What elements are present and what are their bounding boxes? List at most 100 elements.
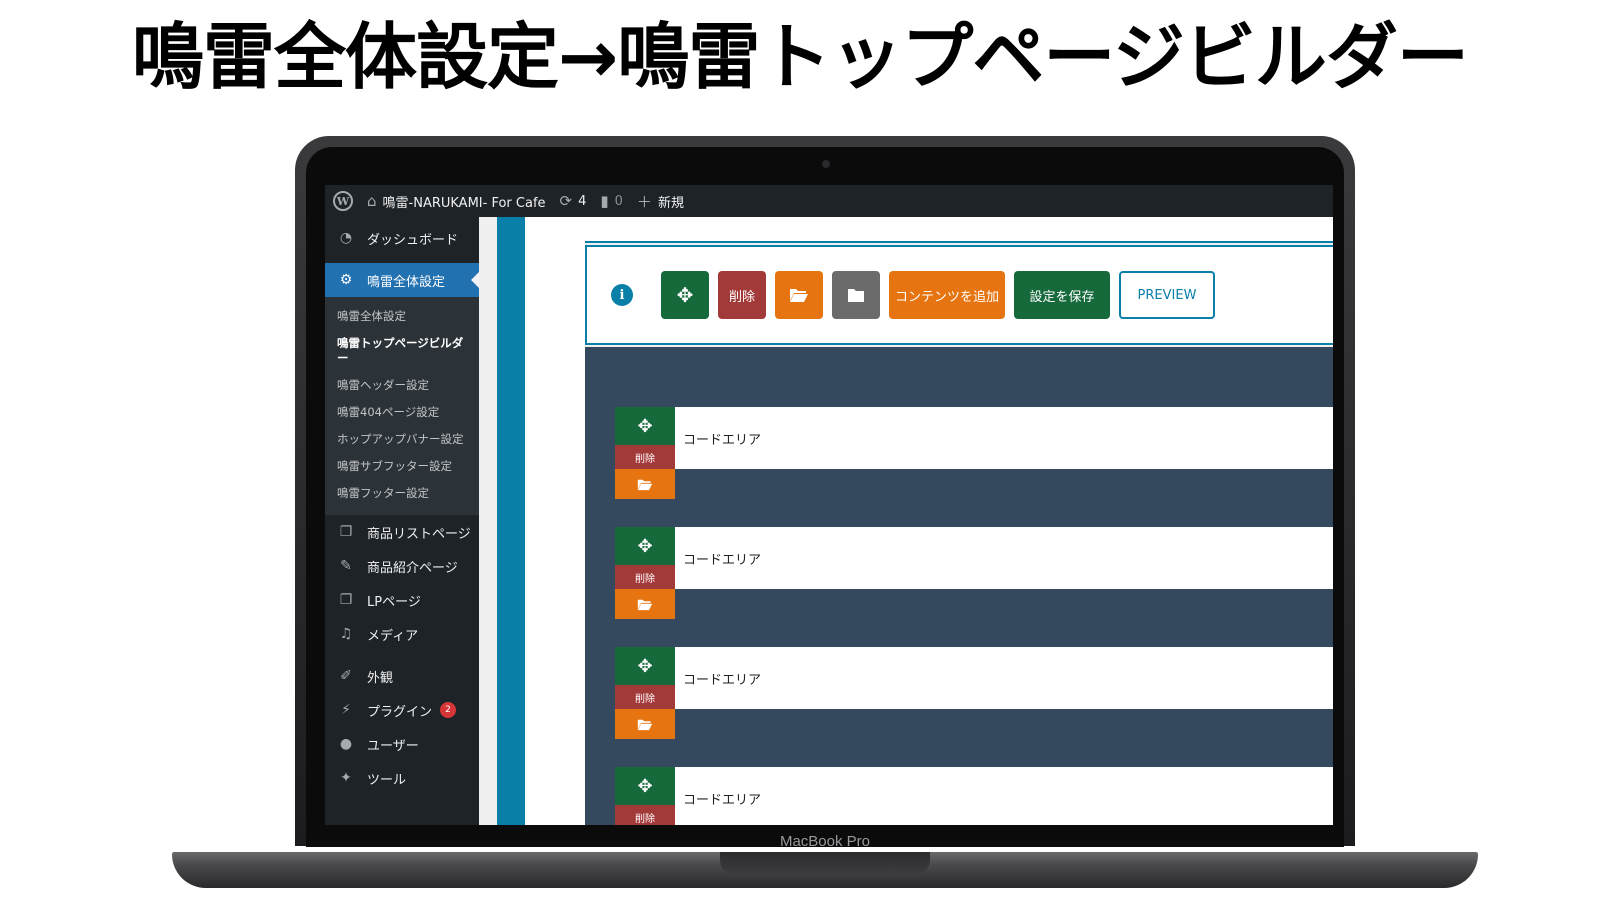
laptop-screen: W ⌂ 鳴雷-NARUKAMI- For Cafe ⟳ 4 ▮ 0 ＋ 新規 ◔… xyxy=(325,185,1333,825)
site-name-link[interactable]: ⌂ 鳴雷-NARUKAMI- For Cafe xyxy=(367,185,546,217)
builder-canvas: ✥ 削除 コードエリア ✥ 削除 コードエリア ✥ 削除 コードエリア ✥ 削除… xyxy=(585,347,1333,825)
comment-icon: ▮ xyxy=(600,192,609,210)
add-content-button[interactable]: コンテンツを追加 xyxy=(889,271,1005,319)
new-label: 新規 xyxy=(657,195,684,211)
row-open-folder-icon[interactable] xyxy=(615,709,675,739)
open-folder-button[interactable] xyxy=(775,271,823,319)
menu-users[interactable]: ● ユーザー xyxy=(325,727,479,761)
menu-tools[interactable]: ✦ ツール xyxy=(325,761,479,795)
row-delete-button[interactable]: 削除 xyxy=(615,685,675,709)
submenu-item-top-builder[interactable]: 鳴雷トップページビルダー xyxy=(325,330,479,372)
builder-toolbar: i ✥ 削除 コンテンツを追加 設定を保存 PREVIEW xyxy=(585,245,1333,345)
submenu-item-header[interactable]: 鳴雷ヘッダー設定 xyxy=(325,372,479,399)
menu-product-list[interactable]: ❐ 商品リストページ xyxy=(325,515,479,549)
user-icon: ● xyxy=(339,736,353,752)
camera-dot xyxy=(822,160,830,168)
menu-dashboard-label: ダッシュボード xyxy=(367,232,459,248)
save-settings-label: 設定を保存 xyxy=(1029,289,1095,305)
delete-button[interactable]: 削除 xyxy=(718,271,766,319)
submenu-item-404[interactable]: 鳴雷404ページ設定 xyxy=(325,399,479,426)
content-row: ✥ 削除 コードエリア xyxy=(615,767,1333,825)
add-content-label: コンテンツを追加 xyxy=(894,289,999,305)
brush-icon: ✐ xyxy=(340,668,352,684)
device-brand: MacBook Pro xyxy=(779,833,871,850)
menu-label: 商品紹介ページ xyxy=(367,560,458,576)
menu-label: LPページ xyxy=(367,594,421,610)
menu-label: 外観 xyxy=(367,670,394,686)
page-headline: 鳴雷全体設定→鳴雷トップページビルダー xyxy=(132,15,1469,99)
content-row: ✥ 削除 コードエリア xyxy=(615,647,1333,739)
row-move-icon[interactable]: ✥ xyxy=(615,767,675,805)
plus-icon: ＋ xyxy=(636,192,652,211)
comments-link[interactable]: ▮ 0 xyxy=(600,185,623,217)
row-delete-button[interactable]: 削除 xyxy=(615,805,675,825)
refresh-icon: ⟳ xyxy=(559,192,573,210)
media-icon: ♫ xyxy=(339,626,353,642)
wrench-icon: ✦ xyxy=(340,770,352,786)
row-controls: ✥ 削除 xyxy=(615,647,675,739)
save-settings-button[interactable]: 設定を保存 xyxy=(1014,271,1110,319)
home-icon: ⌂ xyxy=(367,192,377,210)
folder-icon xyxy=(848,288,864,302)
content-row: ✥ 削除 コードエリア xyxy=(615,527,1333,619)
row-delete-button[interactable]: 削除 xyxy=(615,445,675,469)
menu-narukami-settings[interactable]: ⚙ 鳴雷全体設定 xyxy=(325,263,479,297)
new-content-link[interactable]: ＋ 新規 xyxy=(637,185,684,217)
row-delete-button[interactable]: 削除 xyxy=(615,565,675,589)
comments-count: 0 xyxy=(614,193,623,209)
pin-icon: ✎ xyxy=(340,558,352,574)
row-move-icon[interactable]: ✥ xyxy=(615,407,675,445)
submenu-item-popup-banner[interactable]: ホップアップバナー設定 xyxy=(325,426,479,453)
gear-icon: ⚙ xyxy=(339,272,353,288)
updates-link[interactable]: ⟳ 4 xyxy=(560,185,587,217)
menu-lp-page[interactable]: ❐ LPページ xyxy=(325,583,479,617)
menu-product-intro[interactable]: ✎ 商品紹介ページ xyxy=(325,549,479,583)
submenu-item-global[interactable]: 鳴雷全体設定 xyxy=(325,303,479,330)
laptop-hinge-notch xyxy=(720,852,930,874)
menu-current-label: 鳴雷全体設定 xyxy=(367,274,446,290)
menu-label: ユーザー xyxy=(367,738,419,754)
content-row: ✥ 削除 コードエリア xyxy=(615,407,1333,499)
pages-icon: ❐ xyxy=(339,592,353,608)
site-name: 鳴雷-NARUKAMI- For Cafe xyxy=(382,195,546,211)
row-label: コードエリア xyxy=(683,553,762,568)
menu-label: プラグイン xyxy=(367,704,433,720)
submenu: 鳴雷全体設定 鳴雷トップページビルダー 鳴雷ヘッダー設定 鳴雷404ページ設定 … xyxy=(325,297,479,515)
move-icon: ✥ xyxy=(676,283,694,307)
preview-button[interactable]: PREVIEW xyxy=(1119,271,1215,319)
builder-side-stripe xyxy=(497,217,525,825)
admin-bar: W ⌂ 鳴雷-NARUKAMI- For Cafe ⟳ 4 ▮ 0 ＋ 新規 xyxy=(325,185,1333,217)
menu-media[interactable]: ♫ メディア xyxy=(325,617,479,651)
row-move-icon[interactable]: ✥ xyxy=(615,647,675,685)
move-button[interactable]: ✥ xyxy=(661,271,709,319)
plugin-icon: ⚡ xyxy=(341,702,351,718)
menu-appearance[interactable]: ✐ 外観 xyxy=(325,659,479,693)
pages-icon: ❐ xyxy=(339,524,353,540)
open-folder-icon xyxy=(790,289,808,302)
row-label: コードエリア xyxy=(683,793,762,808)
wordpress-logo-icon[interactable]: W xyxy=(333,191,353,211)
menu-label: 商品リストページ xyxy=(367,526,471,542)
row-open-folder-icon[interactable] xyxy=(615,469,675,499)
builder-gutter xyxy=(525,217,585,825)
row-open-folder-icon[interactable] xyxy=(615,589,675,619)
menu-plugins[interactable]: ⚡ プラグイン 2 xyxy=(325,693,479,727)
submenu-item-subfooter[interactable]: 鳴雷サブフッター設定 xyxy=(325,453,479,480)
submenu-item-footer[interactable]: 鳴雷フッター設定 xyxy=(325,480,479,507)
preview-label: PREVIEW xyxy=(1137,287,1197,303)
builder-top-edge xyxy=(585,217,1333,243)
row-label: コードエリア xyxy=(683,673,762,688)
row-controls: ✥ 削除 xyxy=(615,767,675,825)
dashboard-icon: ◔ xyxy=(339,230,353,246)
row-controls: ✥ 削除 xyxy=(615,407,675,499)
plugins-update-badge: 2 xyxy=(440,702,457,718)
row-move-icon[interactable]: ✥ xyxy=(615,527,675,565)
folder-button[interactable] xyxy=(832,271,880,319)
updates-count: 4 xyxy=(578,193,587,209)
info-icon[interactable]: i xyxy=(611,284,633,306)
menu-label: メディア xyxy=(367,628,419,644)
row-controls: ✥ 削除 xyxy=(615,527,675,619)
menu-label: ツール xyxy=(367,772,407,788)
delete-label: 削除 xyxy=(728,289,755,305)
menu-dashboard[interactable]: ◔ ダッシュボード xyxy=(325,221,479,255)
